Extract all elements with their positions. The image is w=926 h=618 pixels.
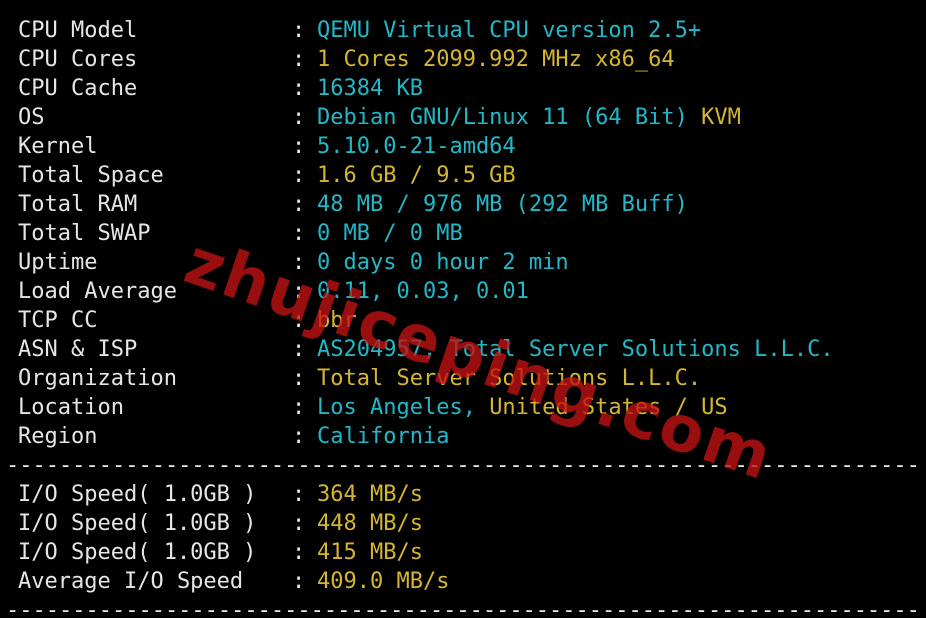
value-segment: 0 days 0 hour 2 min [317,250,569,275]
value-segment: 364 MB/s [317,482,423,507]
row-label: Uptime [18,250,98,275]
value-segment: 1 Cores 2099.992 MHz x86_64 [317,47,675,72]
middle-separator: ----------------------------------------… [6,453,916,478]
row-colon: : [292,337,306,362]
row-colon: : [292,569,306,594]
value-segment: QEMU Virtual CPU version 2.5+ [317,18,702,43]
row-value: 0 days 0 hour 2 min [317,248,569,277]
row-label: Load Average [18,279,177,304]
row-colon: : [292,540,306,565]
row-value: 0.11, 0.03, 0.01 [317,277,529,306]
row-label: Total RAM [18,192,138,217]
row-label: Location [18,395,124,420]
row-value: 48 MB / 976 MB (292 MB Buff) [317,190,688,219]
row-value: Los Angeles, United States / US [317,393,728,422]
value-segment: 448 MB/s [317,511,423,536]
row-label: ASN & ISP [18,337,138,362]
row-label: CPU Cache [18,76,138,101]
row-colon: : [292,105,306,130]
row-value: Debian GNU/Linux 11 (64 Bit) KVM [317,103,741,132]
value-segment: 0 MB / 0 MB [317,221,463,246]
value-segment: Total Server Solutions L.L.C. [317,366,702,391]
value-segment: 48 MB / 976 MB (292 MB Buff) [317,192,688,217]
row-colon: : [292,134,306,159]
top-separator: ----------------------------------------… [6,0,916,12]
row-colon: : [292,250,306,275]
row-label: Total SWAP [18,221,151,246]
value-segment: 409.0 MB/s [317,569,450,594]
row-colon: : [292,163,306,188]
row-label: CPU Cores [18,47,138,72]
value-segment: United States / US [489,395,728,420]
row-label: I/O Speed( 1.0GB ) [18,540,257,565]
value-segment: California [317,424,450,449]
row-value: California [317,422,449,451]
row-label: Region [18,424,98,449]
row-value: 409.0 MB/s [317,567,449,596]
row-value: bbr [317,306,357,335]
row-label: Average I/O Speed [18,569,244,594]
row-label: I/O Speed( 1.0GB ) [18,482,257,507]
row-colon: : [292,308,306,333]
row-value: 0 MB / 0 MB [317,219,463,248]
row-label: Total Space [18,163,164,188]
value-segment: KVM [701,105,741,130]
value-segment: AS204957, Total Server Solutions L.L.C. [317,337,834,362]
value-segment: 5.10.0-21-amd64 [317,134,516,159]
row-colon: : [292,279,306,304]
row-colon: : [292,47,306,72]
row-value: 16384 KB [317,74,423,103]
value-segment: 415 MB/s [317,540,423,565]
row-label: OS [18,105,45,130]
row-colon: : [292,366,306,391]
value-segment: Debian GNU/Linux 11 (64 Bit) [317,105,702,130]
row-colon: : [292,76,306,101]
value-segment: Los Angeles, [317,395,490,420]
row-value: 5.10.0-21-amd64 [317,132,516,161]
row-value: 1 Cores 2099.992 MHz x86_64 [317,45,675,74]
row-label: I/O Speed( 1.0GB ) [18,511,257,536]
row-value: 1.6 GB / 9.5 GB [317,161,516,190]
row-colon: : [292,482,306,507]
row-colon: : [292,395,306,420]
row-colon: : [292,424,306,449]
bottom-separator: ----------------------------------------… [6,598,916,618]
row-label: TCP CC [18,308,98,333]
row-label: CPU Model [18,18,138,43]
value-segment: 16384 KB [317,76,423,101]
row-colon: : [292,511,306,536]
value-segment: 0.11, 0.03, 0.01 [317,279,529,304]
row-value: AS204957, Total Server Solutions L.L.C. [317,335,834,364]
value-segment: 1.6 GB / 9.5 GB [317,163,516,188]
row-value: Total Server Solutions L.L.C. [317,364,701,393]
row-label: Organization [18,366,177,391]
row-value: 448 MB/s [317,509,423,538]
row-label: Kernel [18,134,98,159]
row-colon: : [292,221,306,246]
value-segment: bbr [317,308,357,333]
row-colon: : [292,18,306,43]
row-value: QEMU Virtual CPU version 2.5+ [317,16,701,45]
row-value: 364 MB/s [317,480,423,509]
row-colon: : [292,192,306,217]
row-value: 415 MB/s [317,538,423,567]
terminal-window: ----------------------------------------… [0,0,926,618]
